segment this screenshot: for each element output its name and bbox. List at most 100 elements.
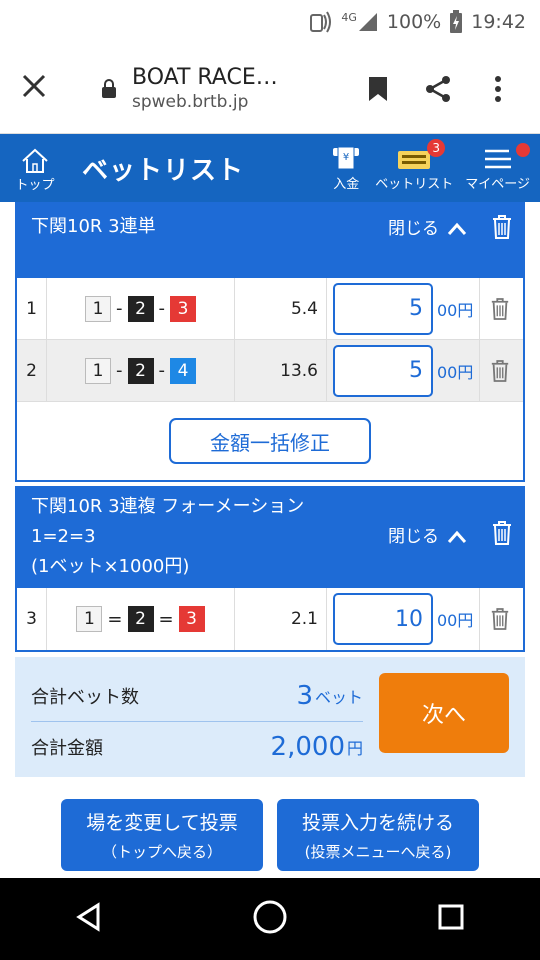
page-address[interactable]: BOAT RACE… spweb.brtb.jp bbox=[132, 65, 348, 112]
bet-row: 3 1 = 2 = 3 2.1 10 00円 bbox=[17, 588, 523, 650]
chevron-up-icon bbox=[447, 530, 467, 543]
betlist-button[interactable]: 3 ベットリスト bbox=[375, 138, 454, 192]
app-header: トップ ベットリスト ¥ 入金 3 ベットリスト マイページ bbox=[0, 134, 540, 202]
chevron-up-icon bbox=[447, 222, 467, 235]
bet-number: 2 bbox=[17, 340, 47, 401]
more-menu-button[interactable] bbox=[468, 75, 528, 103]
amount-unit: 00円 bbox=[437, 611, 474, 630]
system-navigation-bar bbox=[0, 878, 540, 960]
bet-amount-input[interactable]: 5 bbox=[333, 344, 433, 397]
home-button[interactable]: トップ bbox=[0, 144, 70, 193]
deposit-button[interactable]: ¥ 入金 bbox=[329, 145, 363, 192]
signal-icon: 4G bbox=[341, 11, 379, 33]
boat-2-box: 2 bbox=[127, 606, 154, 632]
total-bets-line: 合計ベット数 3 ベット bbox=[31, 673, 363, 719]
bet-amount-input[interactable]: 5 bbox=[333, 282, 433, 335]
total-amount-unit: 円 bbox=[346, 739, 363, 758]
delete-bet-button[interactable] bbox=[479, 340, 519, 401]
bet-amount-input[interactable]: 10 bbox=[333, 593, 433, 645]
page-heading: ベットリスト bbox=[82, 155, 245, 186]
combo-separator: = bbox=[107, 608, 123, 630]
page-url: spweb.brtb.jp bbox=[132, 92, 249, 112]
bookmark-icon bbox=[369, 76, 387, 101]
home-circle-icon bbox=[253, 900, 287, 934]
more-vert-icon bbox=[495, 75, 501, 102]
boat-1-box: 1 bbox=[76, 606, 103, 632]
bulk-amount-edit-button[interactable]: 金額一括修正 bbox=[169, 418, 371, 464]
total-amount-line: 合計金額 2,000 円 bbox=[31, 724, 363, 770]
network-type: 4G bbox=[341, 11, 357, 24]
bet-group-detail: (1ベット×1000円) bbox=[31, 556, 190, 577]
total-amount-label: 合計金額 bbox=[31, 738, 103, 759]
combo-separator: - bbox=[158, 298, 166, 319]
bet-group: 下関10R 3連単 閉じる 1 1 - 2 - 3 5.4 5 00円 2 1 … bbox=[15, 202, 525, 482]
combo-separator: - bbox=[116, 360, 123, 381]
combo-separator: - bbox=[158, 360, 166, 381]
amount-unit: 00円 bbox=[437, 362, 474, 382]
bet-number: 3 bbox=[17, 588, 47, 650]
status-bar: 4G 100% 19:42 bbox=[0, 0, 540, 44]
bet-group-title: 下関10R 3連複 フォーメーション bbox=[31, 496, 305, 517]
deposit-label: 入金 bbox=[333, 176, 360, 192]
nfc-icon bbox=[307, 9, 333, 35]
bet-combination: 1 - 2 - 4 bbox=[47, 340, 235, 401]
collapse-label: 閉じる bbox=[388, 527, 439, 547]
next-button[interactable]: 次へ bbox=[379, 673, 509, 753]
boat-1-box: 1 bbox=[85, 295, 111, 322]
delete-bet-button[interactable] bbox=[479, 588, 519, 650]
page-title: BOAT RACE… bbox=[132, 65, 278, 90]
recents-square-icon bbox=[438, 904, 464, 930]
mypage-button[interactable]: マイページ bbox=[465, 142, 530, 192]
total-bets-label: 合計ベット数 bbox=[31, 687, 139, 708]
svg-text:¥: ¥ bbox=[343, 152, 349, 163]
betlist-label: ベットリスト bbox=[375, 176, 454, 192]
change-venue-button[interactable]: 場を変更して投票 （トップへ戻る） bbox=[61, 799, 263, 871]
continue-voting-button[interactable]: 投票入力を続ける (投票メニューへ戻る) bbox=[277, 799, 479, 871]
bet-number: 1 bbox=[17, 278, 47, 339]
back-button[interactable] bbox=[74, 902, 104, 936]
boat-3-box: 3 bbox=[170, 295, 196, 322]
home-label: トップ bbox=[15, 177, 55, 193]
combo-separator: - bbox=[116, 298, 123, 319]
odds-value: 5.4 bbox=[235, 278, 327, 339]
close-tab-button[interactable] bbox=[20, 72, 60, 106]
home-nav-button[interactable] bbox=[252, 899, 288, 939]
combo-separator: = bbox=[158, 608, 174, 630]
trash-icon bbox=[491, 359, 508, 382]
clock: 19:42 bbox=[471, 11, 526, 33]
delete-group-button[interactable] bbox=[491, 214, 513, 250]
bet-summary: 合計ベット数 3 ベット 合計金額 2,000 円 次へ bbox=[15, 657, 525, 777]
home-icon bbox=[22, 148, 48, 173]
boat-3-box: 3 bbox=[178, 606, 205, 632]
continue-voting-sublabel: (投票メニューへ戻る) bbox=[304, 843, 452, 861]
bet-group-header: 下関10R 3連単 閉じる bbox=[17, 202, 523, 278]
close-icon bbox=[22, 74, 46, 97]
bookmark-button[interactable] bbox=[348, 75, 408, 103]
delete-group-button[interactable] bbox=[491, 520, 513, 556]
total-bets-unit: ベット bbox=[314, 688, 363, 707]
change-venue-label: 場を変更して投票 bbox=[86, 812, 238, 834]
bet-group: 下関10R 3連複 フォーメーション 1=2=3 (1ベット×1000円) 閉じ… bbox=[15, 486, 525, 652]
footer-actions: 場を変更して投票 （トップへ戻る） 投票入力を続ける (投票メニューへ戻る) bbox=[0, 799, 540, 871]
bet-group-header: 下関10R 3連複 フォーメーション 1=2=3 (1ベット×1000円) 閉じ… bbox=[17, 488, 523, 588]
battery-charging-icon bbox=[449, 10, 463, 34]
delete-bet-button[interactable] bbox=[479, 278, 519, 339]
bet-row: 1 1 - 2 - 3 5.4 5 00円 bbox=[17, 278, 523, 340]
trash-icon bbox=[491, 608, 508, 630]
mypage-label: マイページ bbox=[465, 176, 530, 192]
share-icon bbox=[426, 75, 450, 102]
total-bets-value: 3 bbox=[296, 681, 313, 711]
trash-icon bbox=[491, 297, 508, 320]
collapse-button[interactable]: 閉じる bbox=[388, 214, 467, 244]
summary-divider bbox=[31, 721, 363, 722]
bet-list-content: 下関10R 3連単 閉じる 1 1 - 2 - 3 5.4 5 00円 2 1 … bbox=[0, 202, 540, 878]
boat-4-box: 4 bbox=[170, 357, 196, 384]
odds-value: 2.1 bbox=[235, 588, 327, 650]
bet-combination: 1 - 2 - 3 bbox=[47, 278, 235, 339]
back-triangle-icon bbox=[76, 902, 100, 932]
recents-button[interactable] bbox=[436, 902, 466, 936]
share-button[interactable] bbox=[408, 74, 468, 104]
continue-voting-label: 投票入力を続ける bbox=[301, 812, 454, 834]
bet-row: 2 1 - 2 - 4 13.6 5 00円 bbox=[17, 340, 523, 402]
collapse-button[interactable]: 閉じる bbox=[388, 522, 467, 552]
